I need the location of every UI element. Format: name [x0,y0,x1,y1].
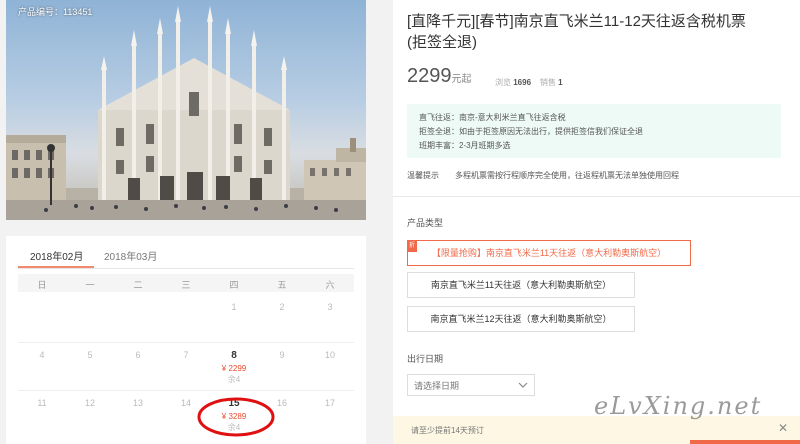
calendar-day: 4 [18,350,66,360]
weekday-label: 一 [85,280,95,290]
product-stats: 浏览 1696 销售 1 [495,77,563,88]
option-label: 南京直飞米兰11天往返（意大利勒奥斯航空） [430,280,612,290]
weekday-label: 六 [325,280,335,290]
day-number: 10 [324,350,335,360]
warm-tip: 温馨提示 多程机票需按行程顺序完全使用，往返程机票无法单独使用回程 [407,170,695,181]
weekday-label: 日 [37,280,47,290]
close-icon[interactable]: ✕ [778,421,788,435]
product-option-flash-sale[interactable]: 折 【限量抢购】南京直飞米兰11天往返（意大利勒奥斯航空） [407,240,691,266]
price-value: 2299 [407,65,452,87]
day-number: 8 [231,350,237,361]
option-label: 南京直飞米兰12天往返（意大利勒奥斯航空） [430,314,612,324]
departure-date-select[interactable]: 请选择日期 [407,374,535,396]
day-number: 9 [279,350,285,360]
divider [393,196,800,197]
day-number: 17 [324,398,335,408]
day-number: 6 [135,350,141,360]
notice-line-3: 班期丰富：2-3月班期多选 [419,141,511,150]
notice-line-1: 直飞往返：南京-意大利米兰直飞往返含税 [419,113,566,122]
price: 2299元起 [407,65,472,88]
sales-label: 销售 [539,78,556,87]
watermark-logo: eLvXing.net [594,392,763,420]
product-detail-panel: [直降千元][春节]南京直飞米兰11-12天往返含税机票(拒签全退) 2299元… [393,0,800,444]
product-type-label: 产品类型 [407,218,444,228]
calendar-day: 12 [66,398,114,408]
calendar-day[interactable]: 8 ¥ 2299 余4 [210,350,258,385]
calendar-day: 11 [18,398,66,408]
product-code: 产品编号：113451 [18,7,93,17]
calendar-day: 1 [210,302,258,312]
highlight-circle [197,397,275,437]
product-option-12-day[interactable]: 南京直飞米兰12天往返（意大利勒奥斯航空） [407,306,635,332]
accent-bar [690,440,800,444]
calendar-day: 3 [306,302,354,312]
day-number: 12 [84,398,95,408]
calendar-day: 9 [258,350,306,360]
feature-notice-box: 直飞往返：南京-意大利米兰直飞往返含税 拒签全退：如由于拒签原因无法出行，提供拒… [407,104,781,158]
calendar-day: 17 [306,398,354,408]
price-unit: 元起 [451,74,472,85]
tip-label: 温馨提示 [407,171,439,180]
tab-month-mar[interactable]: 2018年03月 [104,248,157,263]
day-number: 3 [327,302,333,312]
product-photo: 产品编号：113451 [6,0,366,220]
day-number: 5 [87,350,93,360]
row-divider [18,390,354,391]
calendar-day: 7 [162,350,210,360]
day-number: 7 [183,350,189,360]
notice-line-2: 拒签全退：如由于拒签原因无法出行，提供拒签信我们保证全退 [419,127,643,136]
views-label: 浏览 [495,78,511,87]
views-count: 1696 [513,78,532,87]
calendar-weekday-header: 日一二三四五六 [18,274,354,292]
day-number: 2 [279,302,285,312]
chevron-down-icon [518,382,528,388]
calendar-day: 6 [114,350,162,360]
cathedral-image [6,6,366,220]
tip-text: 多程机票需按行程顺序完全使用，往返程机票无法单独使用回程 [455,171,679,180]
product-title: [直降千元][春节]南京直飞米兰11-12天往返含税机票(拒签全退) [407,13,746,51]
price-calendar: 2018年02月 2018年03月 日一二三四五六 1 2 3 4 5 6 7 8 ¥ 2299… [6,236,366,444]
discount-badge-icon: 折 [407,240,417,252]
tab-month-feb[interactable]: 2018年02月 [30,248,83,263]
select-placeholder: 请选择日期 [414,381,460,391]
day-number: 11 [37,398,47,408]
option-label: 【限量抢购】南京直飞米兰11天往返（意大利勒奥斯航空） [431,248,667,258]
calendar-day: 13 [114,398,162,408]
product-option-11-day[interactable]: 南京直飞米兰11天往返（意大利勒奥斯航空） [407,272,635,298]
weekday-label: 五 [277,280,287,290]
sales-count: 1 [558,78,563,87]
booking-notice-text: 请至少提前14天预订 [411,426,484,435]
weekday-label: 三 [181,280,191,290]
departure-date-label: 出行日期 [407,354,444,364]
left-column: 产品编号：113451 2018年02月 2018年03月 日一二三四五六 12… [0,0,366,444]
row-divider [18,342,354,343]
day-price: ¥ 2299 [221,364,247,373]
calendar-day: 10 [306,350,354,360]
weekday-label: 二 [133,280,143,290]
day-remaining: 余4 [227,375,241,384]
calendar-day: 2 [258,302,306,312]
day-number: 4 [39,350,45,360]
day-number: 13 [132,398,143,408]
day-number: 1 [231,302,237,312]
weekday-label: 四 [229,280,239,290]
calendar-month-tabs: 2018年02月 2018年03月 [18,236,354,269]
active-tab-indicator [18,266,94,268]
calendar-day: 5 [66,350,114,360]
